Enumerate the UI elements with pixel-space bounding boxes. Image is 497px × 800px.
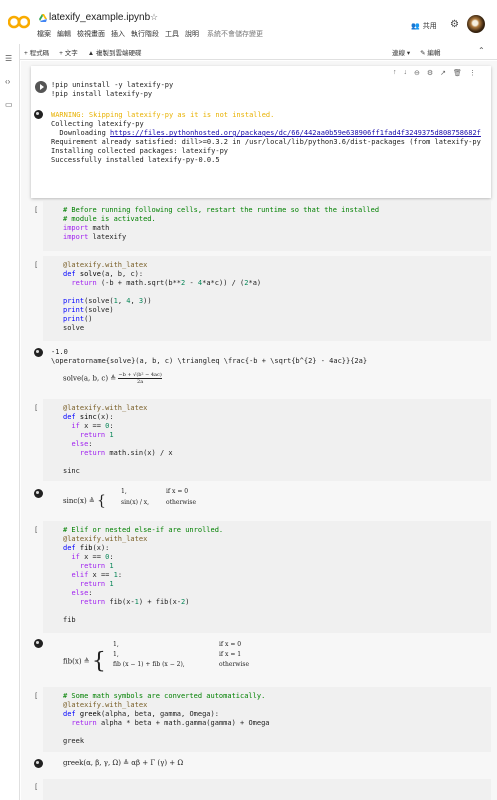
latex-case: sin(x) / x, — [121, 499, 150, 506]
code-line[interactable]: greek — [63, 736, 84, 746]
edit-label: 編輯 — [427, 50, 441, 57]
latex-output: sinc(x) ≜ { — [63, 493, 106, 509]
more-icon[interactable]: ⋮ — [469, 69, 476, 77]
latex-condition: otherwise — [166, 499, 196, 506]
output-icon[interactable] — [34, 639, 43, 648]
code-line[interactable]: fib — [63, 615, 76, 625]
latex-lhs: sinc(x) ≜ — [63, 497, 97, 505]
latex-output: fib(x) ≜ { — [63, 649, 106, 674]
latex-output: greek(α, β, γ, Ω) ≜ αβ + Γ (γ) + Ω — [63, 759, 184, 767]
output-line: \operatorname{solve}(a, b, c) \triangleq… — [51, 357, 368, 365]
latex-condition: if x = 1 — [219, 651, 242, 658]
code-cell[interactable]: [ ] # Before running following cells, re… — [31, 201, 491, 251]
code-line[interactable]: solve — [63, 323, 84, 333]
share-button[interactable]: 👥 共用 — [411, 21, 437, 31]
latex-condition: if x = 0 — [166, 488, 189, 495]
share-label: 共用 — [422, 23, 437, 30]
cell-settings-icon[interactable]: ⚙ — [427, 69, 433, 77]
drive-icon — [39, 14, 47, 22]
delete-icon[interactable]: 🗑 — [453, 69, 462, 77]
cell-toolbar: ↑ ↓ ⊖ ⚙ ↗ 🗑 ⋮ — [393, 69, 476, 77]
latex-output: solve(a, b, c) ≜ −b + √(b² − 4ac) 2a — [63, 372, 162, 385]
files-icon[interactable]: ▭ — [5, 100, 13, 109]
run-cell-button[interactable] — [35, 81, 47, 93]
menu-edit[interactable]: 編輯 — [57, 29, 71, 39]
move-down-icon[interactable]: ↓ — [404, 69, 408, 77]
latex-case: 1, — [113, 641, 119, 648]
add-text-button[interactable]: + 文字 — [59, 47, 78, 57]
latex-case: fib (x − 1) + fib (x − 2), — [113, 661, 185, 668]
output-icon[interactable] — [34, 110, 43, 119]
code-cell[interactable]: [ ] @latexify.with_latex def sinc(x): if… — [31, 399, 491, 514]
latex-condition: if x = 0 — [219, 641, 242, 648]
output-icon[interactable] — [34, 348, 43, 357]
menu-tools[interactable]: 工具 — [165, 29, 179, 39]
code-cell[interactable]: [ ] # Some math symbols are converted au… — [31, 687, 491, 777]
drive-copy-icon: ▲ — [87, 50, 96, 57]
save-note: 系統不會儲存變更 — [207, 31, 263, 38]
edit-button[interactable]: ✎ 編輯 — [420, 47, 440, 57]
menu-help[interactable]: 說明 — [185, 29, 199, 39]
code-line[interactable]: import latexify — [63, 232, 126, 242]
output-line: Successfully installed latexify-py-0.0.5 — [51, 156, 220, 164]
code-line[interactable]: !pip install latexify-py — [51, 89, 152, 99]
latex-lhs: fib(x) ≜ — [63, 657, 92, 666]
move-up-icon[interactable]: ↑ — [393, 69, 397, 77]
collapse-header-icon[interactable]: ⌃ — [478, 46, 485, 55]
package-link[interactable]: https://files.pythonhosted.org/packages/… — [110, 129, 481, 137]
menu-view[interactable]: 檢視畫面 — [77, 29, 105, 39]
download-label: Downloading — [51, 129, 111, 137]
code-editor[interactable]: @latexify.with_latex def solve(a, b, c):… — [43, 256, 491, 341]
code-editor[interactable]: @latexify.with_latex def sinc(x): if x =… — [43, 399, 491, 481]
avatar[interactable] — [467, 15, 485, 33]
code-line[interactable]: return alpha * beta + math.gamma(gamma) … — [63, 718, 269, 728]
latex-case: 1, — [113, 651, 119, 658]
left-sidebar: ☰ ‹› ▭ — [0, 44, 20, 800]
copy-to-drive-button[interactable]: ▲ 複製到雲端硬碟 — [88, 47, 142, 57]
output-icon[interactable] — [34, 759, 43, 768]
code-cell[interactable]: [ ] @latexify.with_latex def solve(a, b,… — [31, 256, 491, 396]
open-icon[interactable]: ↗ — [440, 69, 446, 77]
code-cell[interactable]: [ ] — [31, 779, 491, 800]
menu-insert[interactable]: 插入 — [111, 29, 125, 39]
app-header: latexify_example.ipynb ☆ 檔案 編輯 檢視畫面 插入 執… — [0, 0, 497, 44]
menu-bar: 檔案 編輯 檢視畫面 插入 執行階段 工具 說明 系統不會儲存變更 — [37, 29, 263, 39]
latex-brace: { — [97, 493, 106, 509]
people-icon: 👥 — [411, 23, 420, 30]
add-code-button[interactable]: + 程式碼 — [24, 47, 49, 57]
connect-button[interactable]: 連線 ▾ — [392, 47, 410, 57]
code-editor[interactable] — [43, 779, 491, 800]
notebook-title[interactable]: latexify_example.ipynb — [49, 12, 150, 23]
latex-lhs: solve(a, b, c) ≜ — [63, 374, 119, 383]
code-line[interactable]: return (-b + math.sqrt(b**2 - 4*a*c)) / … — [63, 278, 261, 288]
gear-icon[interactable]: ⚙ — [450, 19, 459, 30]
latex-fraction: −b + √(b² − 4ac) 2a — [118, 372, 162, 385]
code-cell[interactable]: [ ] # Elif or nested else-if are unrolle… — [31, 521, 491, 683]
code-snippets-icon[interactable]: ‹› — [5, 77, 10, 86]
toc-icon[interactable]: ☰ — [5, 54, 12, 63]
menu-runtime[interactable]: 執行階段 — [131, 29, 159, 39]
latex-brace: { — [91, 649, 106, 674]
code-editor[interactable]: # Elif or nested else-if are unrolled. @… — [43, 521, 491, 633]
copy-to-drive-label: 複製到雲端硬碟 — [95, 50, 142, 57]
latex-condition: otherwise — [219, 661, 249, 668]
notebook-toolbar: + 程式碼 + 文字 ▲ 複製到雲端硬碟 連線 ▾ ✎ 編輯 ⌃ — [0, 44, 497, 60]
link-icon[interactable]: ⊖ — [414, 69, 420, 77]
code-line[interactable]: sinc — [63, 466, 80, 476]
code-editor[interactable]: # Before running following cells, restar… — [43, 201, 491, 251]
code-editor[interactable]: # Some math symbols are converted automa… — [43, 687, 491, 752]
colab-logo-icon[interactable] — [8, 15, 30, 29]
code-line[interactable]: return fib(x-1) + fib(x-2) — [63, 597, 190, 607]
code-cell-active[interactable]: ↑ ↓ ⊖ ⚙ ↗ 🗑 ⋮ !pip uninstall -y latexify… — [31, 66, 491, 198]
latex-case: 1, — [121, 488, 127, 495]
star-icon[interactable]: ☆ — [150, 12, 158, 23]
chevron-down-icon: ▾ — [406, 50, 411, 57]
output-icon[interactable] — [34, 489, 43, 498]
connect-label: 連線 — [392, 50, 405, 57]
notebook-main: ↑ ↓ ⊖ ⚙ ↗ 🗑 ⋮ !pip uninstall -y latexify… — [21, 61, 497, 800]
code-line[interactable]: return math.sin(x) / x — [63, 448, 173, 458]
menu-file[interactable]: 檔案 — [37, 29, 51, 39]
